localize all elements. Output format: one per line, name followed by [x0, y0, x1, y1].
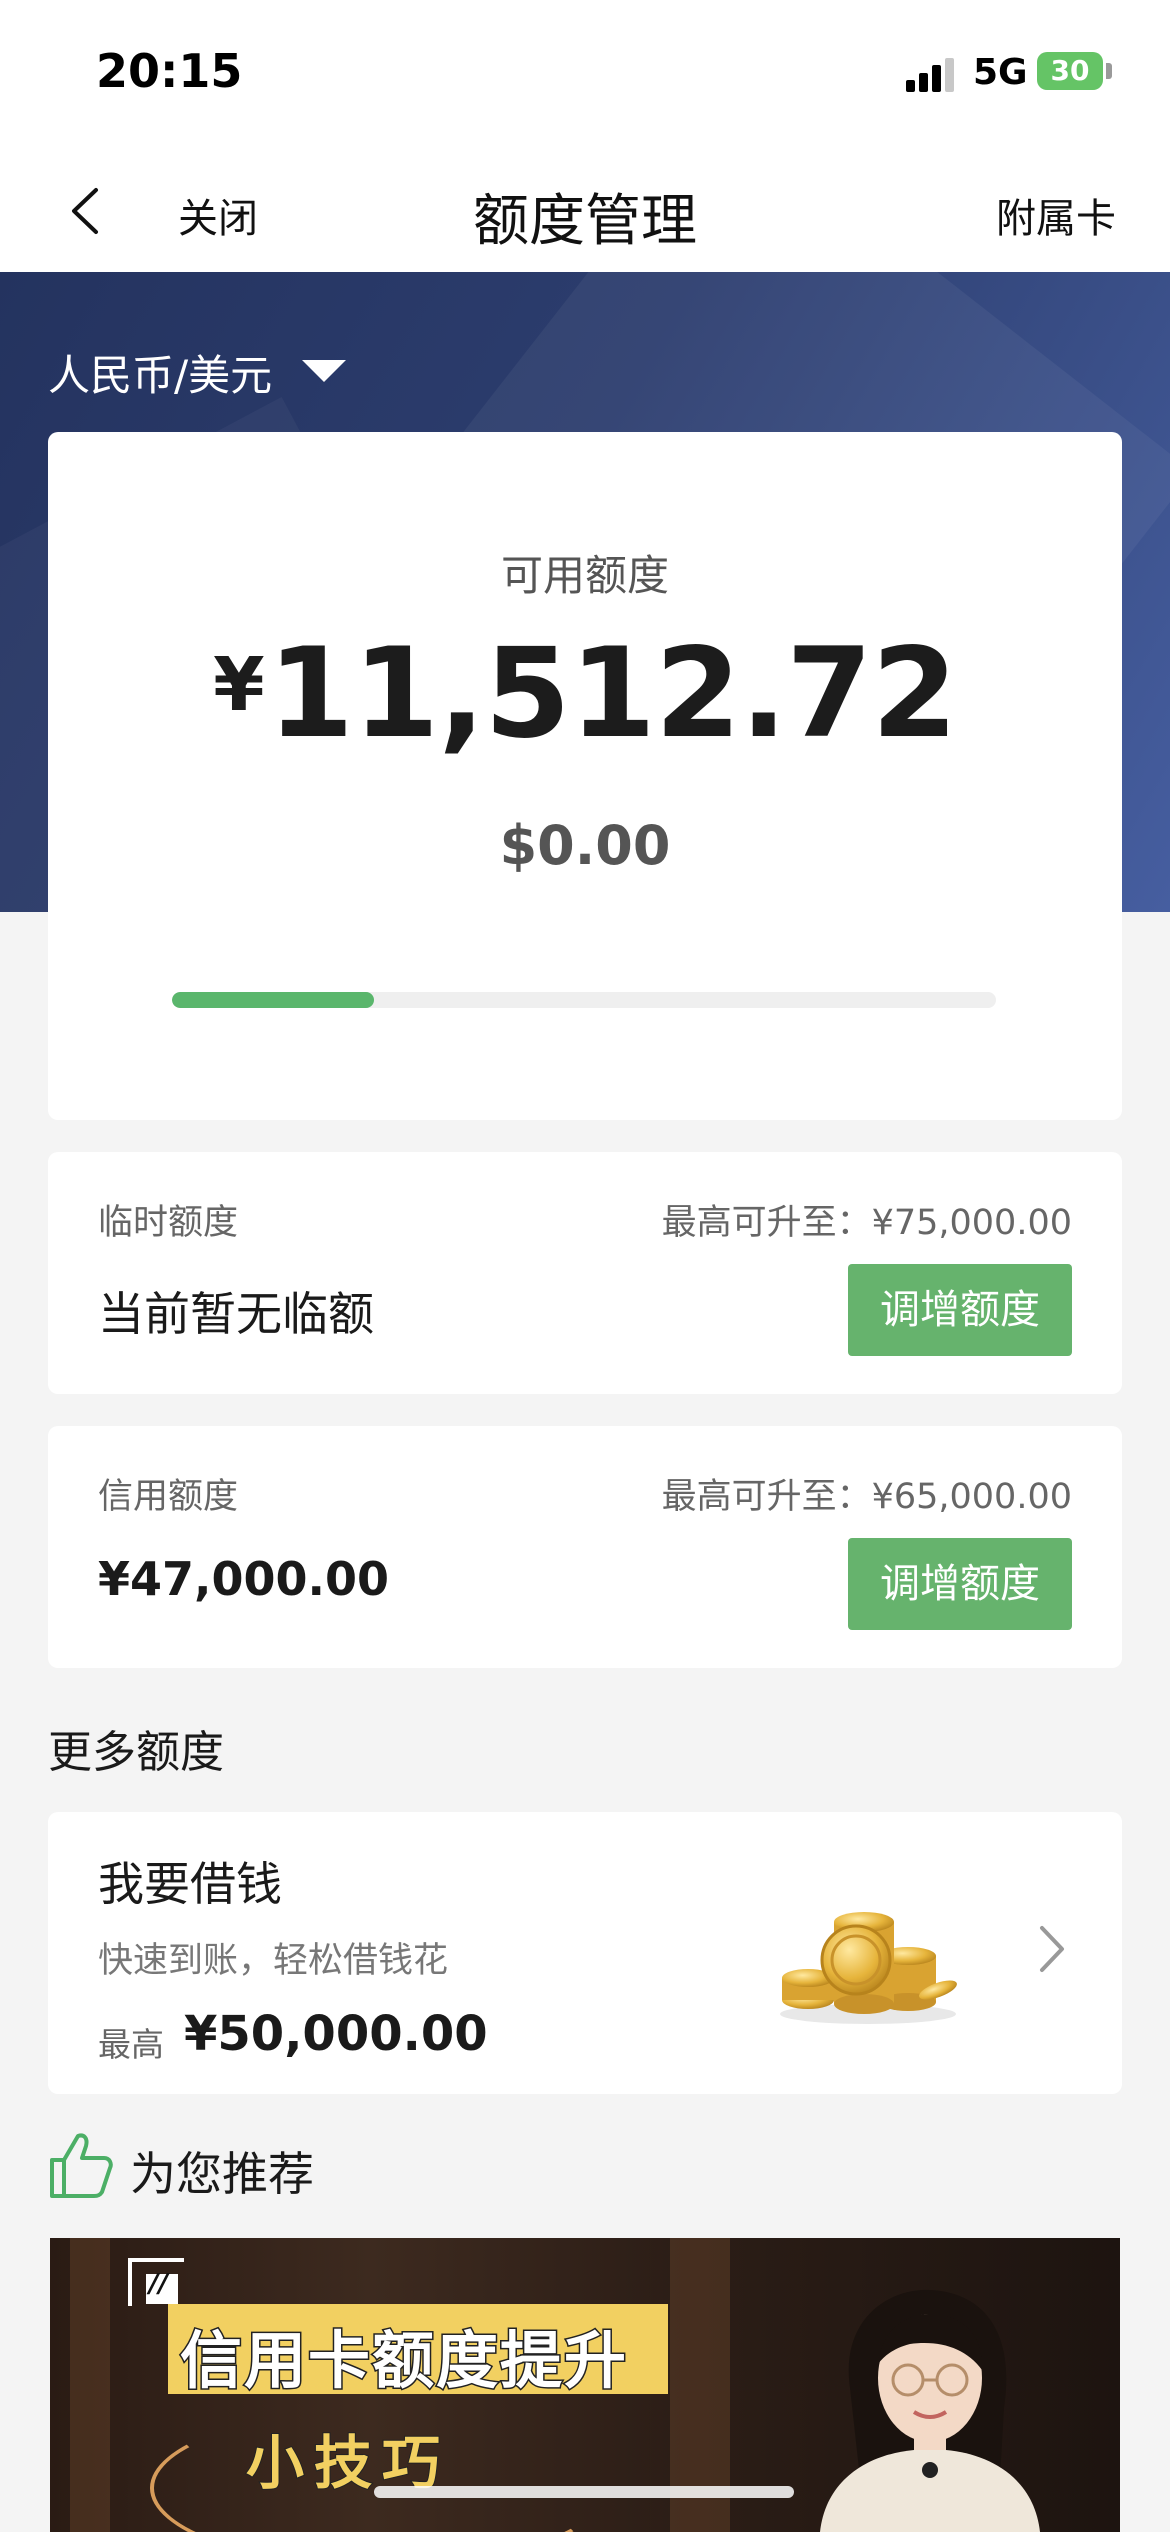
limit-progress-fill [172, 992, 374, 1008]
amount-value: 11,512.72 [267, 622, 958, 766]
credit-limit-max: 最高可升至：¥65,000.00 [661, 1477, 1072, 1517]
temporary-limit-label: 临时额度 [98, 1203, 239, 1243]
bookshelf-decoration [70, 2238, 110, 2532]
available-limit-label: 可用额度 [500, 551, 669, 600]
home-indicator [374, 2486, 794, 2498]
recommend-banner[interactable]: 信用卡额度提升 小技巧 [50, 2238, 1120, 2532]
caret-down-icon[interactable] [302, 360, 346, 382]
credit-limit-value: ¥47,000.00 [98, 1552, 390, 1606]
borrow-money-card[interactable]: 我要借钱 快速到账，轻松借钱花 最高 ¥50,000.00 [48, 1812, 1122, 2094]
chevron-right-icon [1040, 1926, 1064, 1972]
battery-level: 30 [1050, 54, 1090, 87]
credit-limit-label: 信用额度 [98, 1477, 239, 1517]
signal-icon [906, 56, 958, 92]
page-title: 额度管理 [473, 189, 697, 254]
borrow-subtitle: 快速到账，轻松借钱花 [98, 1941, 449, 1981]
video-badge-icon [128, 2258, 184, 2306]
thumbs-up-icon [50, 2133, 113, 2198]
more-limits-heading: 更多额度 [48, 1727, 224, 1778]
status-time: 20:15 [96, 44, 243, 98]
borrow-max-label: 最高 [98, 2025, 164, 2064]
battery-cap [1106, 63, 1112, 79]
increase-temporary-limit-button[interactable]: 调增额度 [848, 1264, 1072, 1356]
network-type: 5G [973, 52, 1028, 93]
temporary-limit-max: 最高可升至：¥75,000.00 [661, 1203, 1072, 1243]
nav-bar: 关闭 额度管理 附属卡 [0, 150, 1170, 272]
currency-selector[interactable]: 人民币/美元 [48, 342, 272, 403]
borrow-max-value: ¥50,000.00 [184, 2006, 488, 2062]
available-limit-card: 可用额度 ¥11,512.72 $0.00 [48, 432, 1122, 1120]
battery-icon: 30 [1037, 52, 1103, 90]
close-button[interactable]: 关闭 [178, 186, 258, 244]
increase-credit-limit-button[interactable]: 调增额度 [848, 1538, 1072, 1630]
back-icon[interactable] [64, 186, 108, 236]
limit-progress-bar [172, 992, 996, 1008]
presenter-image [820, 2289, 1040, 2532]
currency-symbol: ¥ [213, 642, 264, 728]
supplementary-card-button[interactable]: 附属卡 [996, 186, 1116, 244]
temporary-limit-card: 临时额度 最高可升至：¥75,000.00 当前暂无临额 调增额度 [48, 1152, 1122, 1394]
temporary-limit-value: 当前暂无临额 [98, 1287, 374, 1341]
coins-icon [780, 1912, 957, 2024]
available-usd-amount: $0.00 [499, 814, 671, 877]
status-bar: 20:15 5G 30 [0, 0, 1170, 150]
available-limit-amount: ¥11,512.72 [48, 622, 1122, 766]
credit-limit-card: 信用额度 最高可升至：¥65,000.00 ¥47,000.00 调增额度 [48, 1426, 1122, 1668]
borrow-title: 我要借钱 [98, 1857, 282, 1911]
banner-title: 信用卡额度提升 [178, 2323, 629, 2399]
video-badge-mark [146, 2269, 178, 2304]
recommend-label: 为您推荐 [130, 2147, 314, 2201]
